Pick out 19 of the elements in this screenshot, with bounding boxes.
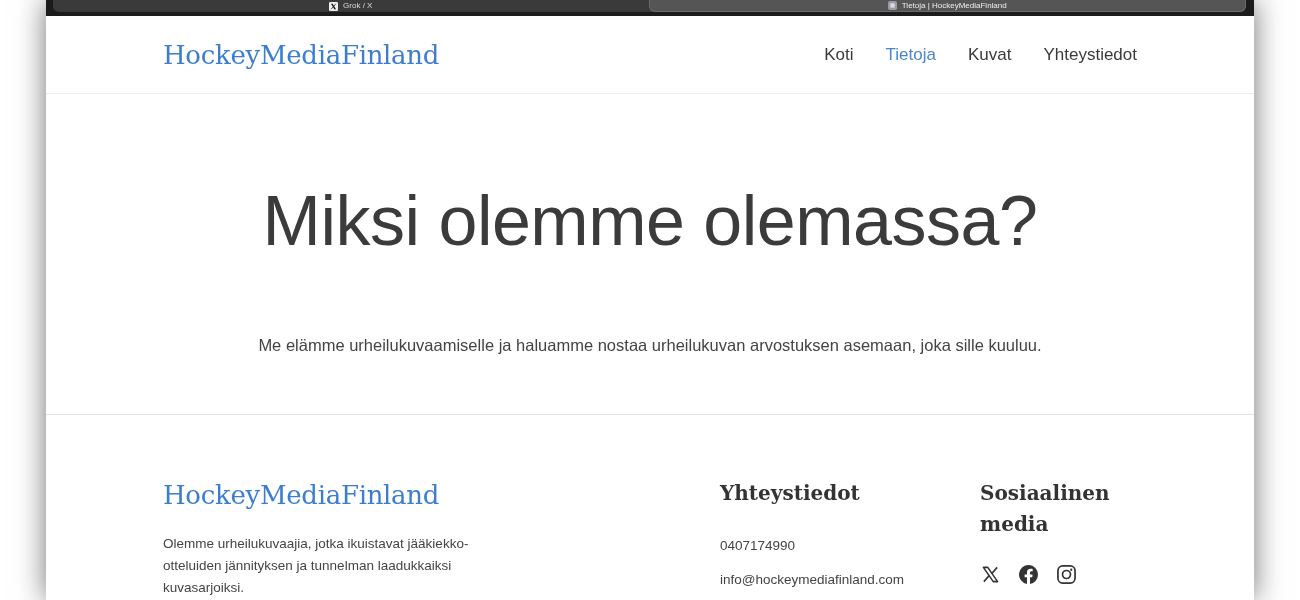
browser-tab[interactable]: Tietoja | HockeyMediaFinland — [648, 0, 1246, 12]
nav-link[interactable]: Koti — [824, 43, 854, 66]
nav-link[interactable]: Tietoja — [885, 43, 936, 66]
site-favicon-icon — [887, 1, 897, 10]
footer-logo[interactable]: HockeyMediaFinland — [163, 478, 440, 512]
hero-heading: Miksi olemme olemassa? — [261, 181, 1039, 262]
browser-tab[interactable]: Grok / X — [53, 0, 649, 12]
facebook-logo-icon[interactable] — [1019, 565, 1038, 584]
nav-link[interactable]: Kuvat — [967, 43, 1012, 66]
contact-heading: Yhteystiedot — [720, 480, 860, 507]
social-heading: Sosiaalinen media — [980, 480, 1111, 538]
site-logo[interactable]: HockeyMediaFinland — [163, 37, 440, 72]
nav-link[interactable]: Yhteystiedot — [1043, 43, 1137, 66]
instagram-logo-icon[interactable] — [1057, 565, 1076, 584]
hero-text: Me elämme urheilukuvaamiselle ja haluamme nostaa urheilukuvan arvostuksen asemaan, joka sille kuuluu. — [257, 335, 1043, 356]
email-link[interactable]: info@hockeymediafinland.com — [720, 570, 905, 590]
phone-link[interactable]: 0407174990 — [720, 536, 796, 556]
x-logo-icon[interactable] — [981, 565, 1000, 584]
about-text: Olemme urheilukuvaajia, jotka ikuistavat jääkiekko-otteluiden jännityksen ja tunnelman laadukkaiksi kuvasarjoiksi. — [163, 535, 470, 597]
